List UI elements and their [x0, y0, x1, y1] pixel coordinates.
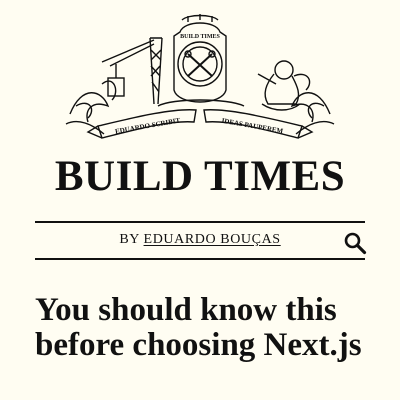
search-icon — [344, 232, 367, 255]
search-button[interactable] — [343, 231, 367, 255]
byline-prefix: BY — [119, 232, 144, 247]
site-crest-logo[interactable]: EDUARDO SCRIBIT IDEAS PAUPEREM BUILD TIM… — [62, 14, 338, 150]
site-title[interactable]: BUILD TIMES — [0, 150, 400, 204]
byline: BY EDUARDO BOUÇAS — [35, 231, 365, 249]
author-link[interactable]: EDUARDO BOUÇAS — [144, 232, 281, 247]
crest-badge-text: BUILD TIMES — [180, 34, 220, 40]
header-divider-bottom — [35, 258, 365, 260]
post-title-link[interactable]: You should know this before choosing Nex… — [35, 293, 375, 363]
header-divider-top — [35, 221, 365, 223]
